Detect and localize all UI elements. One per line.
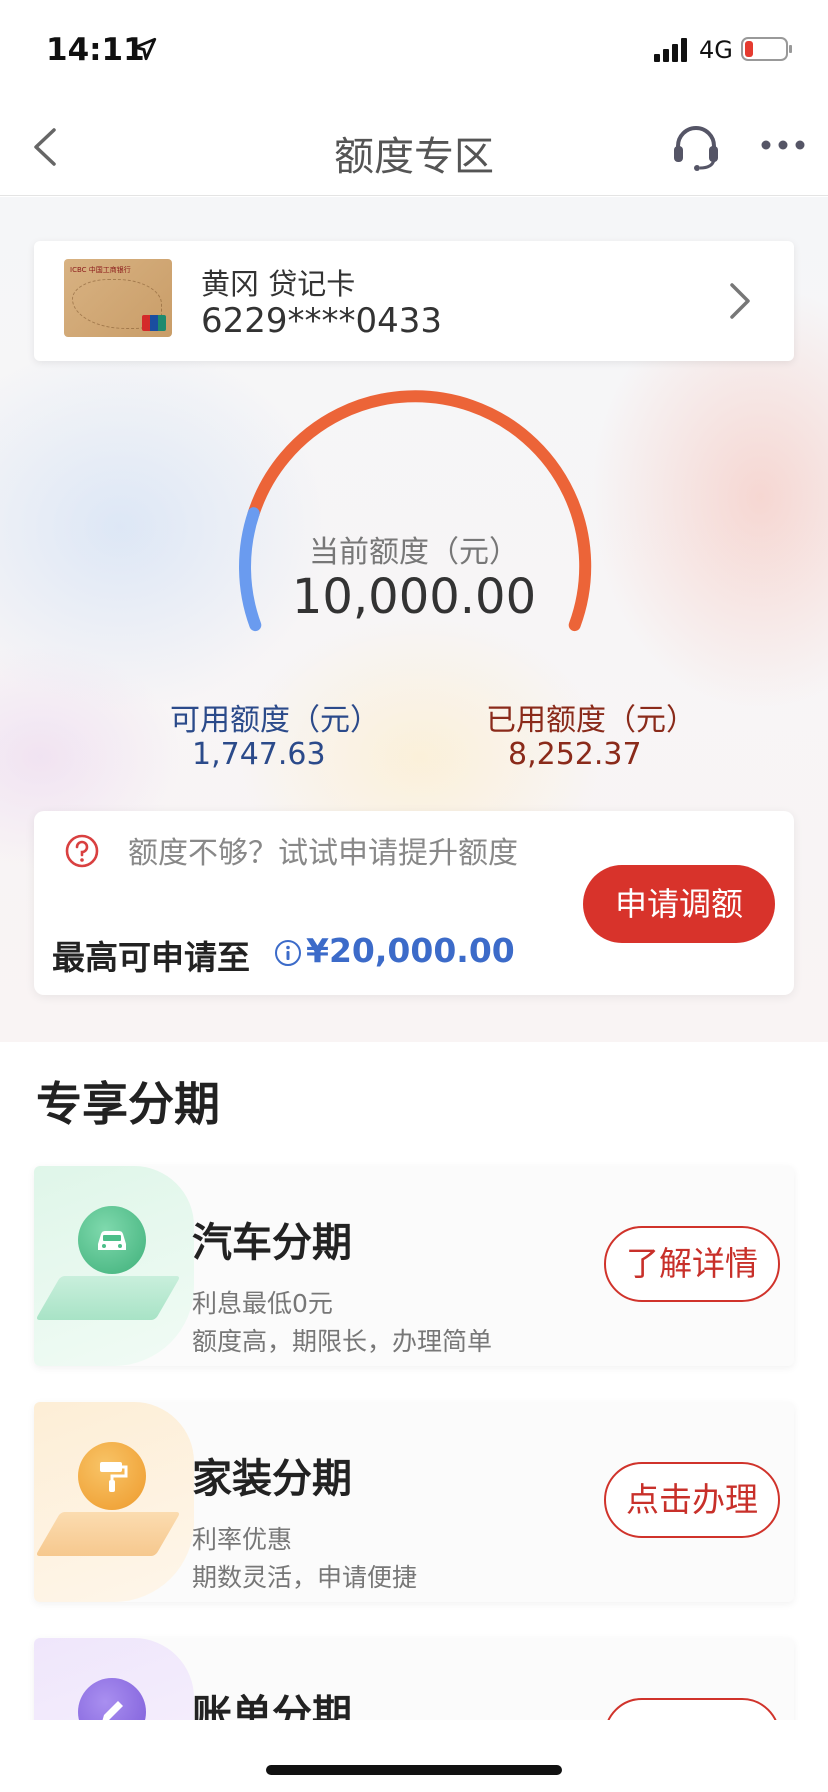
available-limit-label: 可用额度（元） xyxy=(170,703,380,738)
promo-home-decor-installment: 家装分期 利率优惠 期数灵活，申请便捷 点击办理 xyxy=(34,1402,794,1602)
limit-increase-card: 额度不够？试试申请提升额度 最高可申请至 ¥20,000.00 申请调额 xyxy=(34,811,794,995)
status-bar: 14:11 4G xyxy=(0,0,828,100)
nav-bar: 额度专区 xyxy=(0,100,828,196)
car-icon xyxy=(98,1231,126,1250)
promo-title: 汽车分期 xyxy=(192,1220,352,1266)
apply-now-button[interactable]: 点击办理 xyxy=(604,1462,780,1538)
limit-area: ICBC 中国工商银行 黄冈 贷记卡 6229****0433 当前额度（元） … xyxy=(0,197,828,1042)
used-limit-value: 8,252.37 xyxy=(508,737,642,772)
customer-service-headset-icon[interactable] xyxy=(670,120,722,172)
location-arrow-icon xyxy=(133,37,157,61)
promo-title: 家装分期 xyxy=(192,1456,352,1502)
current-limit-label: 当前额度（元） xyxy=(309,535,519,570)
credit-card-image: ICBC 中国工商银行 xyxy=(64,259,172,337)
learn-more-button[interactable]: 了解详情 xyxy=(604,1226,780,1302)
max-apply-label: 最高可申请至 xyxy=(52,938,250,977)
more-options-icon[interactable] xyxy=(758,130,808,160)
promo-line1: 利息最低0元 xyxy=(192,1289,333,1318)
current-limit-value: 10,000.00 xyxy=(291,569,537,625)
unionpay-logo-icon xyxy=(142,315,166,331)
card-selector[interactable]: ICBC 中国工商银行 黄冈 贷记卡 6229****0433 xyxy=(34,241,794,361)
promo-orb xyxy=(78,1442,146,1510)
card-number: 6229****0433 xyxy=(201,301,443,341)
promo-line1: 利率优惠 xyxy=(192,1525,293,1554)
home-indicator-bar[interactable] xyxy=(266,1765,562,1775)
used-limit-label: 已用额度（元） xyxy=(486,703,696,738)
question-circle-icon xyxy=(65,834,99,868)
max-apply-value: ¥20,000.00 xyxy=(306,931,515,970)
signal-icon xyxy=(654,38,687,62)
promo-line2: 期数灵活，申请便捷 xyxy=(192,1563,418,1592)
apply-limit-adjust-button[interactable]: 申请调额 xyxy=(583,865,775,943)
promo-platform xyxy=(35,1276,181,1320)
network-type: 4G xyxy=(699,36,733,64)
card-bank-logo-text: ICBC 中国工商银行 xyxy=(70,266,131,274)
section-title: 专享分期 xyxy=(36,1077,220,1131)
card-name: 黄冈 贷记卡 xyxy=(201,267,356,301)
info-icon[interactable] xyxy=(274,939,302,967)
chevron-right-icon xyxy=(730,283,750,319)
limit-increase-tip: 额度不够？试试申请提升额度 xyxy=(128,836,518,871)
available-limit-value: 1,747.63 xyxy=(192,737,326,772)
paint-roller-icon xyxy=(100,1462,128,1492)
promo-car-installment: 汽车分期 利息最低0元 额度高，期限长，办理简单 了解详情 xyxy=(34,1166,794,1366)
status-time: 14:11 xyxy=(46,32,145,68)
promo-line2: 额度高，期限长，办理简单 xyxy=(192,1327,493,1356)
promo-platform xyxy=(35,1512,181,1556)
promo-orb xyxy=(78,1206,146,1274)
home-indicator-area xyxy=(0,1720,828,1792)
battery-icon xyxy=(741,37,792,61)
